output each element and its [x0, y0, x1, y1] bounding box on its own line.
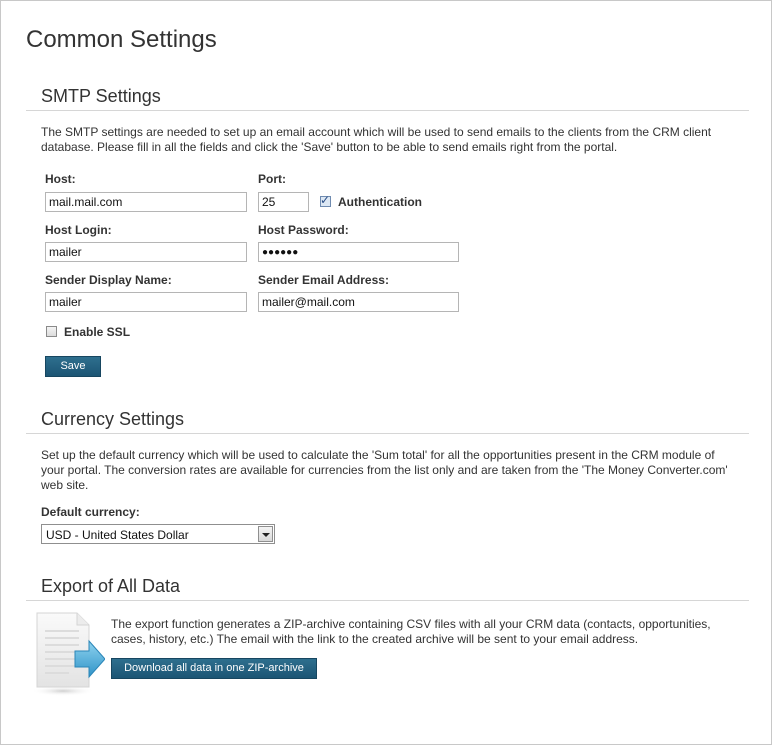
authentication-checkbox[interactable]: ✓ — [320, 193, 331, 207]
export-section-divider — [26, 600, 749, 601]
host-input[interactable] — [45, 192, 247, 212]
port-input[interactable] — [258, 192, 309, 212]
sender-display-name-label: Sender Display Name: — [45, 273, 172, 287]
export-description: The export function generates a ZIP-arch… — [111, 617, 711, 646]
default-currency-label: Default currency: — [41, 505, 140, 519]
smtp-section-title: SMTP Settings — [41, 86, 161, 106]
host-label: Host: — [45, 172, 76, 186]
smtp-description: The SMTP settings are needed to set up a… — [41, 125, 712, 154]
default-currency-select[interactable]: USD - United States Dollar — [41, 524, 275, 544]
host-login-input[interactable] — [45, 242, 247, 262]
default-currency-value: USD - United States Dollar — [46, 528, 189, 542]
smtp-section-divider — [26, 110, 749, 111]
host-password-label: Host Password: — [258, 223, 349, 237]
host-password-input[interactable] — [258, 242, 459, 262]
export-section-title: Export of All Data — [41, 576, 181, 596]
page-title: Common Settings — [26, 26, 217, 53]
sender-email-input[interactable] — [258, 292, 459, 312]
download-zip-button[interactable]: Download all data in one ZIP-archive — [111, 658, 317, 679]
sender-display-name-input[interactable] — [45, 292, 247, 312]
currency-section-title: Currency Settings — [41, 409, 185, 429]
sender-email-label: Sender Email Address: — [258, 273, 389, 287]
host-login-label: Host Login: — [45, 223, 112, 237]
checkmark-icon: ✓ — [320, 193, 331, 207]
document-export-icon — [31, 612, 105, 696]
settings-panel: Common Settings SMTP Settings The SMTP s… — [0, 0, 772, 745]
currency-description: Set up the default currency which will b… — [41, 448, 728, 492]
currency-section-divider — [26, 433, 749, 434]
enable-ssl-label: Enable SSL — [64, 325, 131, 339]
save-button[interactable]: Save — [45, 356, 101, 377]
port-label: Port: — [258, 172, 286, 186]
enable-ssl-checkbox[interactable] — [46, 326, 57, 337]
authentication-label: Authentication — [338, 195, 422, 209]
chevron-down-icon[interactable] — [258, 526, 273, 542]
